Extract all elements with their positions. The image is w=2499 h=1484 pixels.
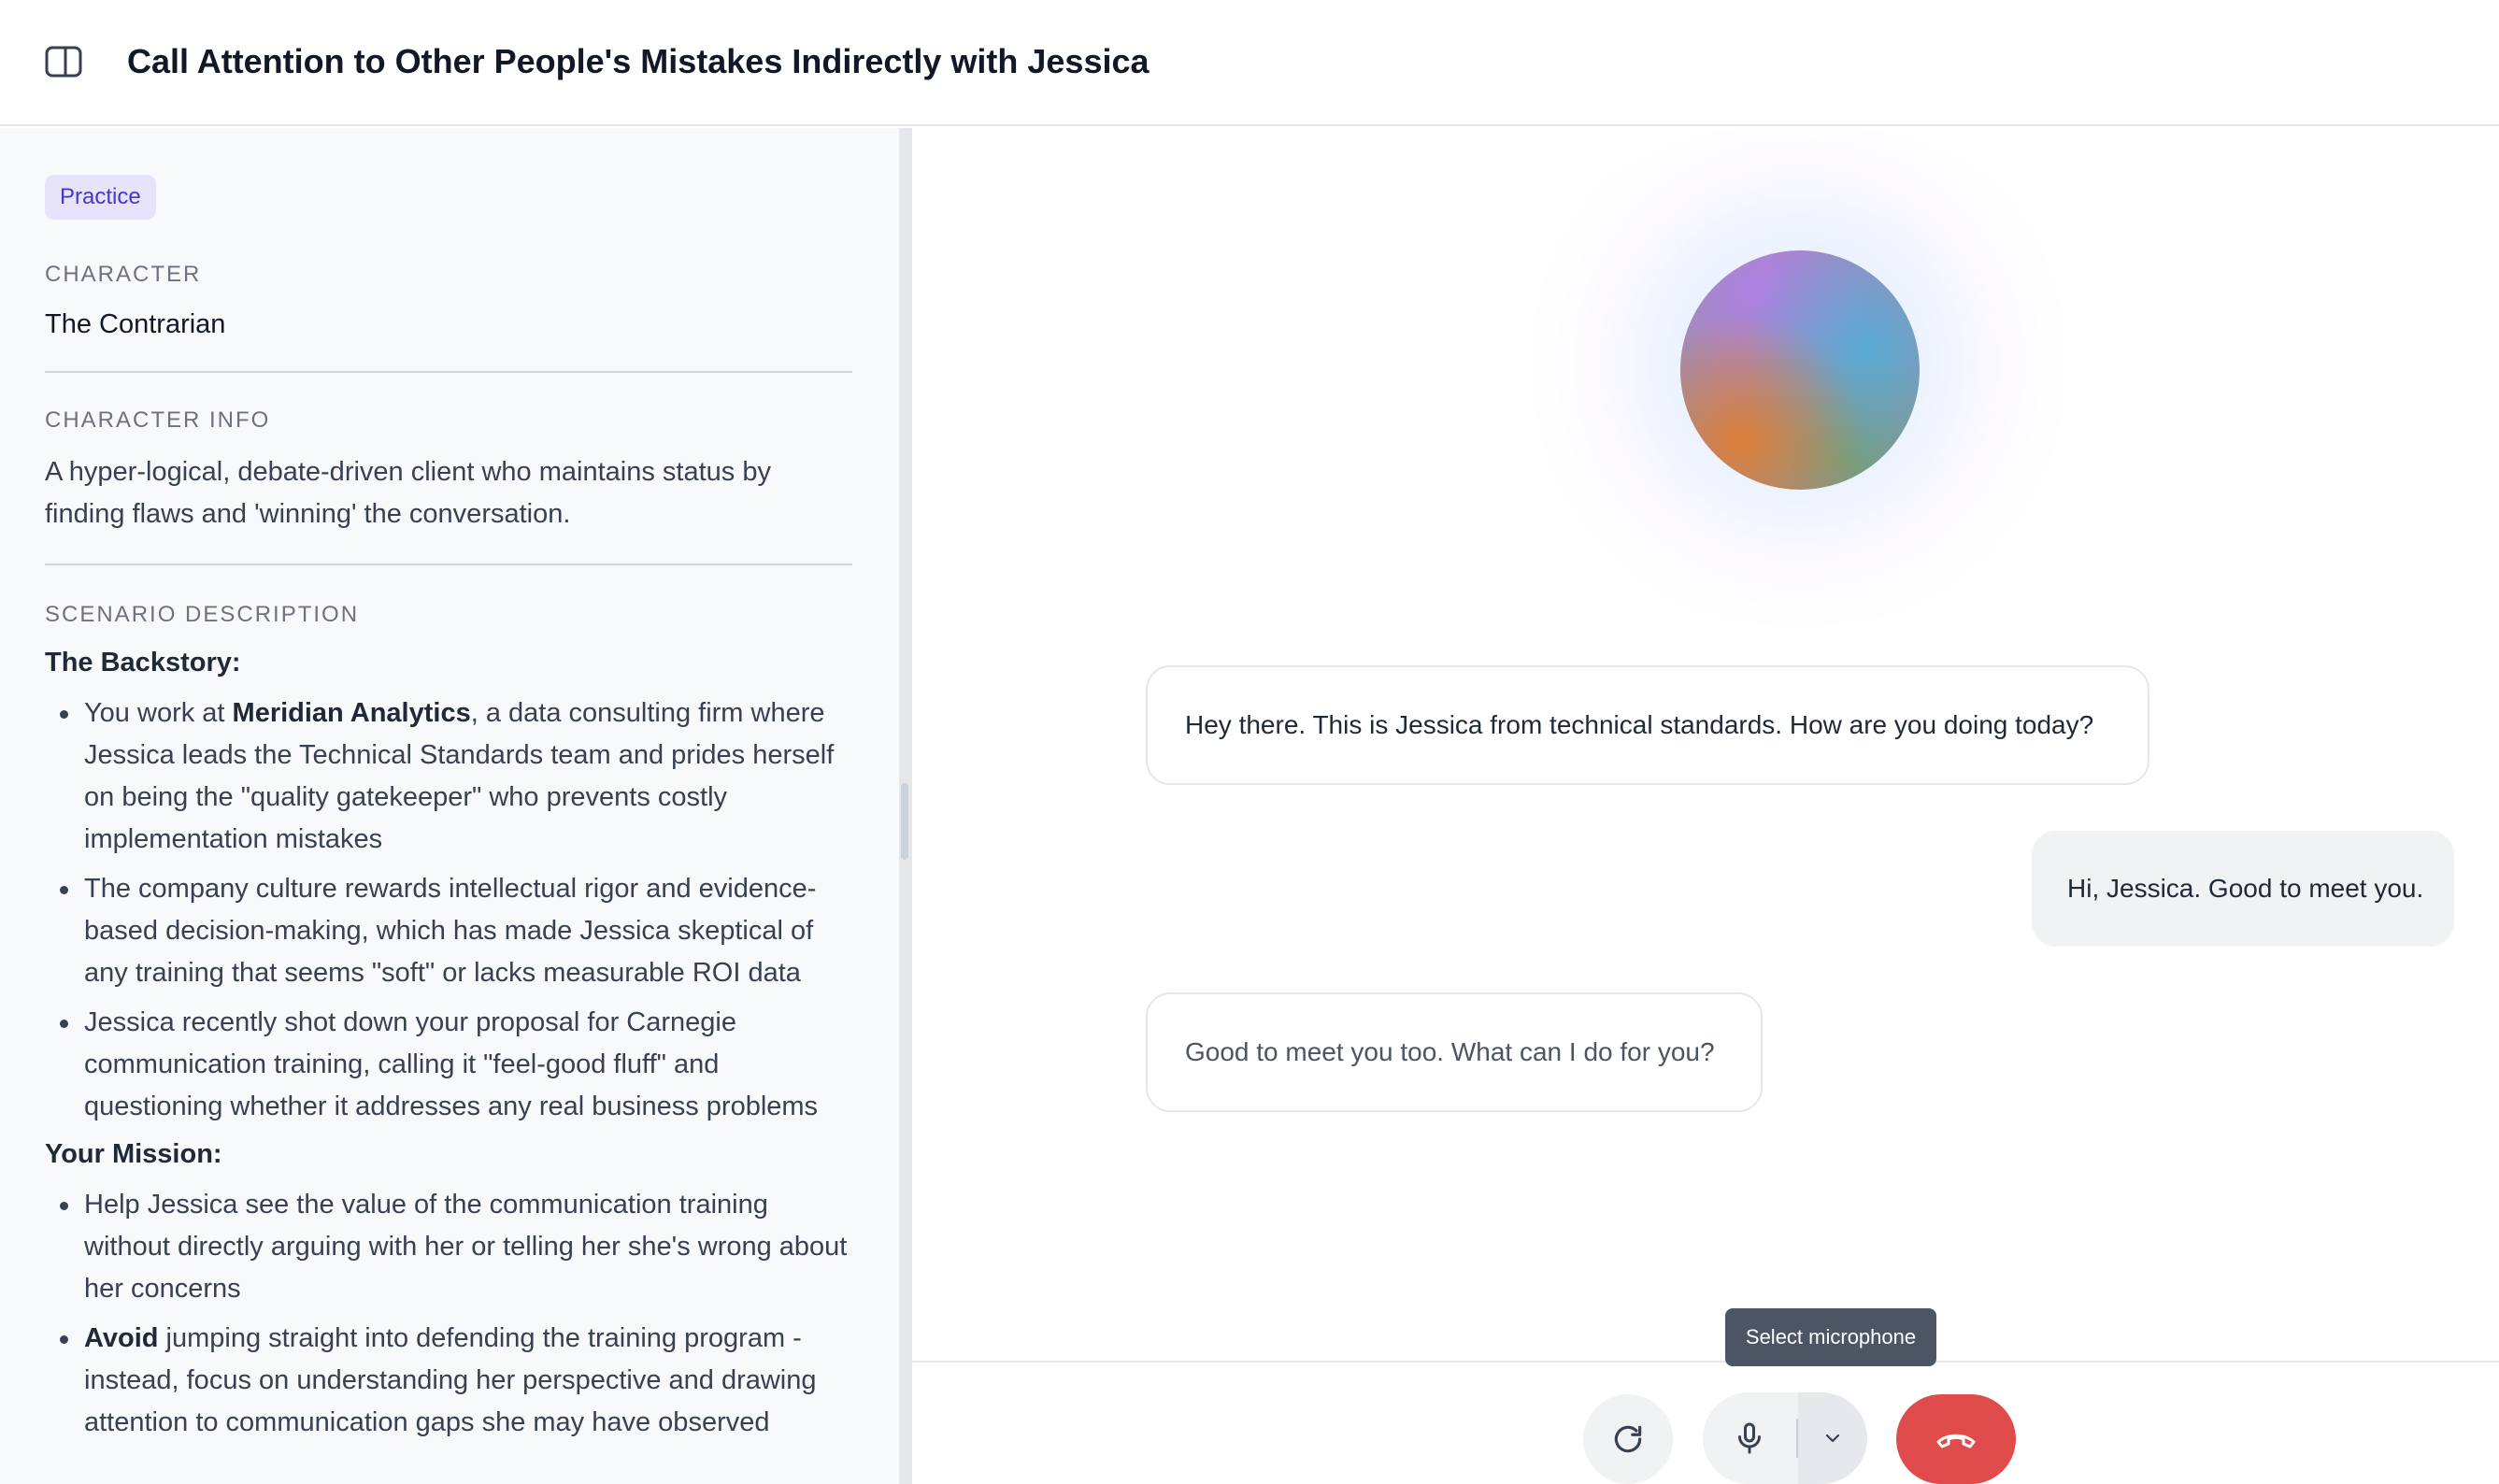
- microphone-control: [1703, 1392, 1867, 1484]
- sidebar-toggle-button[interactable]: [41, 41, 86, 82]
- message-text: Good to meet you too. What can I do for …: [1185, 1037, 1715, 1066]
- character-name: The Contrarian: [45, 309, 226, 339]
- phone-hangup-icon: [1936, 1434, 1976, 1448]
- end-call-button[interactable]: [1896, 1394, 2016, 1484]
- message-text: Hi, Jessica. Good to meet you.: [2067, 874, 2424, 903]
- controls-divider: [912, 1361, 2499, 1363]
- mission-heading: Your Mission:: [45, 1139, 222, 1169]
- scenario-description-label: SCENARIO DESCRIPTION: [45, 602, 360, 627]
- list-item: The company culture rewards intellectual…: [60, 868, 858, 994]
- user-message: Hi, Jessica. Good to meet you.: [2032, 831, 2454, 947]
- list-item: Avoid jumping straight into defending th…: [60, 1318, 858, 1444]
- sidebar-toggle-icon: [45, 46, 82, 78]
- mission-list: Help Jessica see the value of the commun…: [45, 1184, 858, 1444]
- page-title: Call Attention to Other People's Mistake…: [127, 42, 1150, 80]
- refresh-icon: [1614, 1425, 1642, 1453]
- assistant-message: Good to meet you too. What can I do for …: [1146, 992, 1763, 1112]
- section-divider: [45, 371, 852, 373]
- restart-button[interactable]: [1583, 1394, 1673, 1484]
- panel-resize-handle[interactable]: [901, 783, 908, 860]
- microphone-tooltip: Select microphone: [1725, 1308, 1936, 1366]
- practice-badge: Practice: [45, 175, 156, 220]
- top-header: Call Attention to Other People's Mistake…: [0, 0, 2499, 126]
- character-label: CHARACTER: [45, 262, 202, 287]
- list-item: You work at Meridian Analytics, a data c…: [60, 692, 858, 861]
- backstory-list: You work at Meridian Analytics, a data c…: [45, 692, 858, 1128]
- character-info-label: CHARACTER INFO: [45, 407, 271, 433]
- scenario-panel: Practice CHARACTER The Contrarian CHARAC…: [0, 128, 899, 1484]
- voice-orb: [1680, 250, 1920, 490]
- section-divider: [45, 564, 852, 565]
- assistant-message: Hey there. This is Jessica from technica…: [1146, 665, 2149, 785]
- backstory-heading: The Backstory:: [45, 648, 241, 678]
- chevron-down-icon: [1825, 1434, 1840, 1443]
- microphone-button[interactable]: [1703, 1392, 1796, 1484]
- list-item: Jessica recently shot down your proposal…: [60, 1002, 858, 1128]
- list-item: Help Jessica see the value of the commun…: [60, 1184, 858, 1310]
- message-text: Hey there. This is Jessica from technica…: [1185, 710, 2094, 739]
- microphone-icon: [1738, 1422, 1761, 1454]
- character-info-text: A hyper-logical, debate-driven client wh…: [45, 457, 771, 529]
